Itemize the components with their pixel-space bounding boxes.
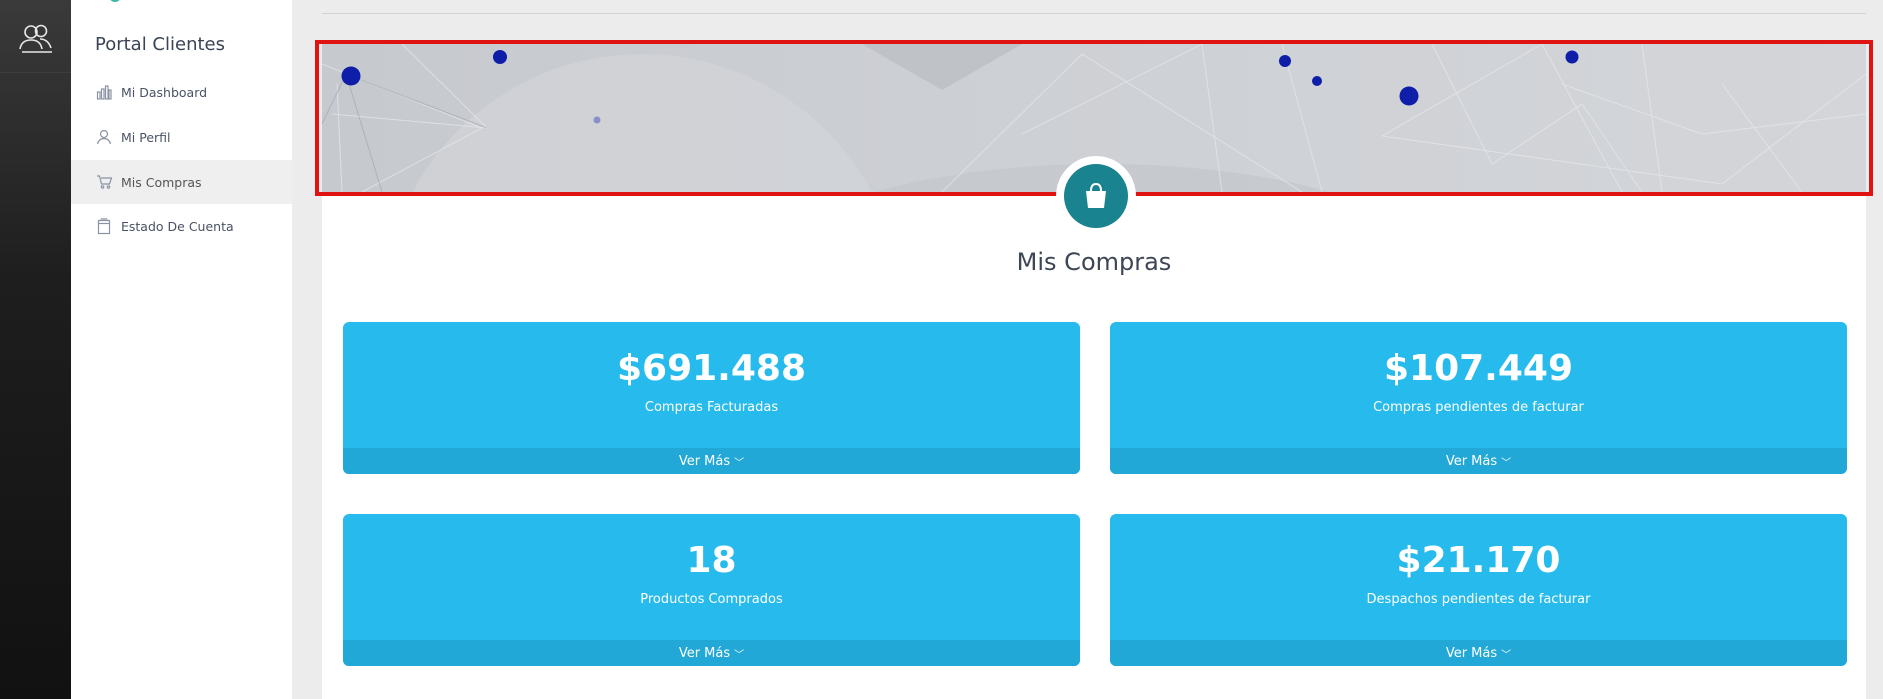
stat-value: $107.449 (1383, 348, 1574, 389)
header-divider (322, 13, 1866, 14)
ver-mas-label: Ver Más (1445, 645, 1498, 661)
user-icon (95, 128, 113, 146)
stat-caption: Despachos pendientes de facturar (1366, 592, 1591, 607)
sidebar-item-label: Mis Compras (121, 174, 202, 190)
sidebar-item-mi-dashboard[interactable]: Mi Dashboard (71, 70, 292, 114)
sidebar: Portal Clientes Mi Dashboard Mi Perfil M… (71, 0, 292, 699)
sidebar-item-label: Mi Perfil (121, 129, 171, 145)
stat-caption: Productos Comprados (640, 592, 783, 607)
section-badge (1056, 156, 1136, 236)
stat-value: $691.488 (616, 348, 807, 389)
ver-mas-button[interactable]: Ver Más ﹀ (343, 640, 1080, 666)
chevron-down-icon: ﹀ (734, 649, 745, 661)
stat-value: 18 (686, 540, 737, 581)
stat-value: $21.170 (1396, 540, 1561, 581)
sidebar-item-mi-perfil[interactable]: Mi Perfil (71, 115, 292, 159)
ver-mas-label: Ver Más (678, 645, 731, 661)
stat-caption: Compras pendientes de facturar (1373, 400, 1584, 415)
cart-icon (95, 173, 113, 191)
page-title: Mis Compras (1016, 248, 1172, 276)
users-logo-icon[interactable] (18, 22, 54, 54)
ver-mas-label: Ver Más (1445, 453, 1498, 469)
shopping-bag-icon (1064, 164, 1128, 228)
chevron-down-icon: ﹀ (1501, 649, 1512, 661)
stat-card-compras-facturadas: $691.488 Compras Facturadas Ver Más ﹀ (343, 322, 1080, 474)
document-icon (95, 217, 113, 235)
stat-caption: Compras Facturadas (644, 400, 779, 415)
sidebar-title: Portal Clientes (95, 34, 225, 55)
rail-divider (0, 72, 71, 73)
ver-mas-button[interactable]: Ver Más ﹀ (343, 448, 1080, 474)
app-rail (0, 0, 71, 699)
sidebar-item-label: Estado De Cuenta (121, 218, 234, 234)
ver-mas-button[interactable]: Ver Más ﹀ (1110, 448, 1847, 474)
sidebar-item-label: Mi Dashboard (121, 84, 208, 100)
brand-mark-icon (109, 0, 121, 2)
stat-card-despachos-pendientes: $21.170 Despachos pendientes de facturar… (1110, 514, 1847, 666)
stat-card-compras-pendientes: $107.449 Compras pendientes de facturar … (1110, 322, 1847, 474)
sidebar-item-mis-compras[interactable]: Mis Compras (71, 160, 292, 204)
chevron-down-icon: ﹀ (1501, 457, 1512, 469)
stat-card-productos-comprados: 18 Productos Comprados Ver Más ﹀ (343, 514, 1080, 666)
ver-mas-button[interactable]: Ver Más ﹀ (1110, 640, 1847, 666)
main-content: Mis Compras $691.488 Compras Facturadas … (315, 0, 1873, 699)
bar-chart-icon (95, 83, 113, 101)
sidebar-item-estado-de-cuenta[interactable]: Estado De Cuenta (71, 204, 292, 248)
chevron-down-icon: ﹀ (734, 457, 745, 469)
ver-mas-label: Ver Más (678, 453, 731, 469)
